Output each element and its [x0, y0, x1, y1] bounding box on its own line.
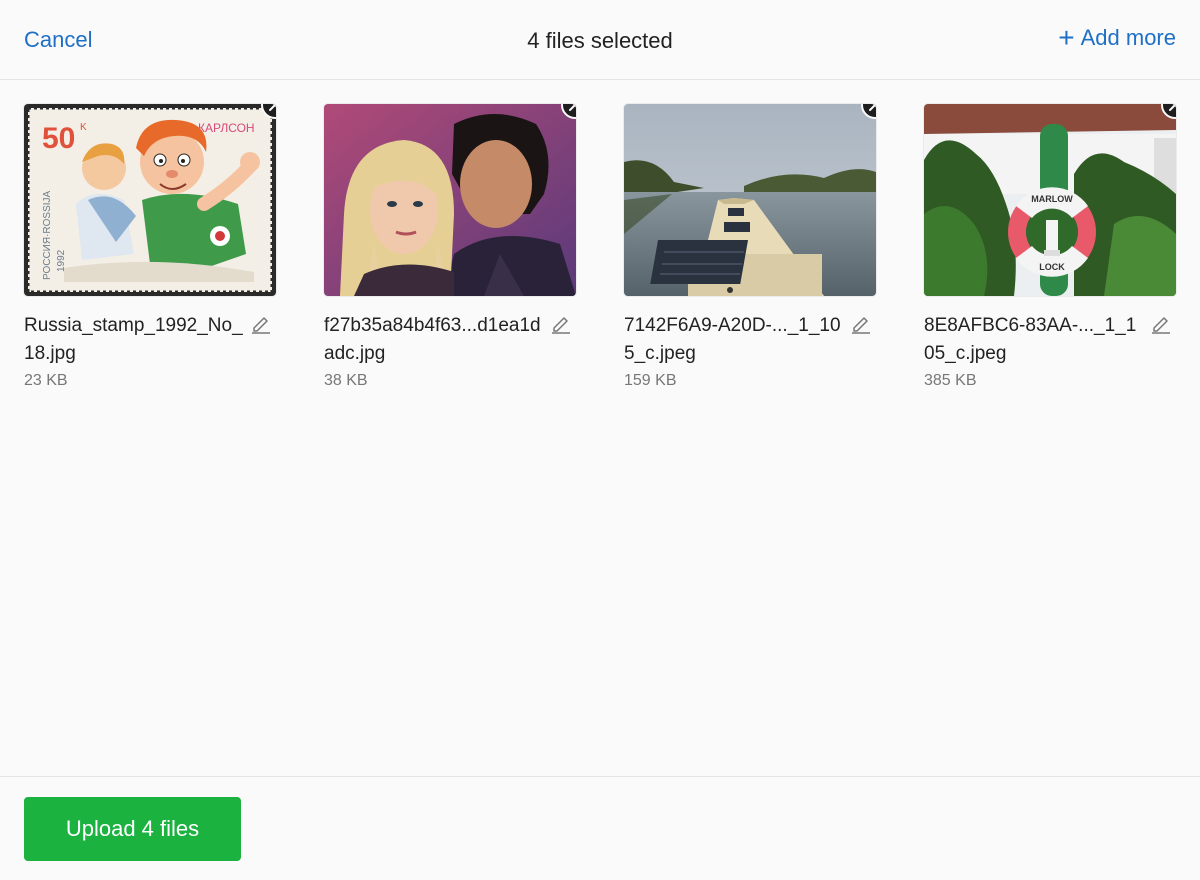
close-icon: [569, 104, 576, 111]
edit-file-button[interactable]: [1150, 312, 1172, 334]
close-icon: [1169, 104, 1176, 111]
file-size: 159 KB: [624, 372, 677, 389]
stamp-preview-image: 50 K КАРЛСОН РОССИЯ·ROSSIJA 1992: [24, 104, 276, 296]
top-bar: Cancel 4 files selected + Add more: [0, 0, 1200, 80]
stamp-value-text: 50: [42, 122, 75, 155]
file-name: 7142F6A9-A20D-..._1_105_c.jpeg: [624, 315, 841, 364]
footer-bar: Upload 4 files: [0, 776, 1200, 880]
edit-file-button[interactable]: [550, 312, 572, 334]
pencil-icon: [1152, 317, 1170, 334]
file-name: 8E8AFBC6-83AA-..._1_105_c.jpeg: [924, 315, 1137, 364]
stamp-country-text: РОССИЯ·ROSSIJA: [42, 190, 53, 280]
pencil-icon: [852, 317, 870, 334]
add-more-label: Add more: [1080, 25, 1176, 50]
page-title: 4 files selected: [527, 28, 673, 53]
file-thumbnail: 50 K КАРЛСОН РОССИЯ·ROSSIJA 1992: [24, 104, 276, 296]
buoy-bottom-text: LOCK: [1039, 262, 1065, 272]
file-size: 23 KB: [24, 372, 68, 389]
stamp-value-sup: K: [80, 122, 87, 133]
plus-icon: +: [1058, 22, 1075, 53]
upload-button[interactable]: Upload 4 files: [24, 797, 241, 861]
stamp-brand-text: КАРЛСОН: [198, 121, 255, 135]
portrait-preview-image: [324, 104, 576, 296]
file-name: Russia_stamp_1992_No_18.jpg: [24, 315, 243, 364]
river-preview-image: [624, 104, 876, 296]
buoy-top-text: MARLOW: [1031, 194, 1073, 204]
pencil-icon: [552, 317, 570, 334]
file-thumbnail: [624, 104, 876, 296]
close-icon: [869, 104, 876, 111]
file-card: f27b35a84b4f63...d1ea1dadc.jpg 38 KB: [324, 104, 576, 390]
file-card: MARLOW LOCK 8E8AFBC6-83AA-..._1_105_c.jp…: [924, 104, 1176, 390]
file-name: f27b35a84b4f63...d1ea1dadc.jpg: [324, 315, 541, 364]
edit-file-button[interactable]: [250, 312, 272, 334]
add-more-button[interactable]: + Add more: [1058, 22, 1176, 53]
edit-file-button[interactable]: [850, 312, 872, 334]
close-icon: [269, 104, 276, 111]
file-size: 38 KB: [324, 372, 368, 389]
file-thumbnail: MARLOW LOCK: [924, 104, 1176, 296]
file-thumbnail: [324, 104, 576, 296]
file-size: 385 KB: [924, 372, 977, 389]
pencil-icon: [252, 317, 270, 334]
lifebuoy-preview-image: MARLOW LOCK: [924, 104, 1176, 296]
file-card: 7142F6A9-A20D-..._1_105_c.jpeg 159 KB: [624, 104, 876, 390]
file-card: 50 K КАРЛСОН РОССИЯ·ROSSIJA 1992 Russia_…: [24, 104, 276, 390]
